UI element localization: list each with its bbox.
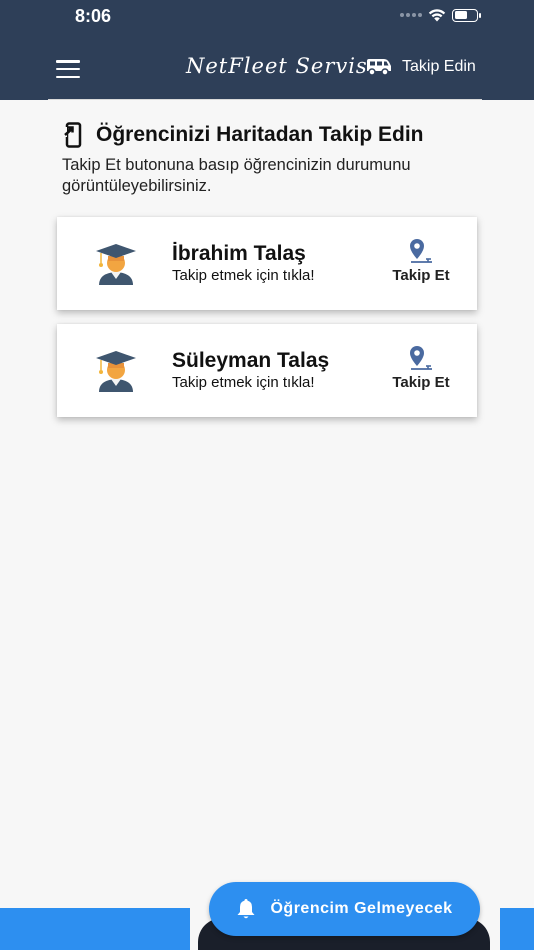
track-button[interactable]: Takip Et: [389, 344, 453, 391]
graduate-avatar-icon: [96, 244, 136, 285]
track-label: Takip Et: [392, 374, 450, 391]
menu-button[interactable]: [56, 60, 80, 78]
phone-arrow-icon: [63, 122, 82, 148]
brand-logo: NetFleet Servis: [186, 54, 368, 78]
graduate-avatar-icon: [96, 351, 136, 392]
menu-icon: [56, 60, 80, 63]
app-header: 8:06 NetFleet Servis Takip Edin: [0, 0, 534, 100]
location-pin-icon: [410, 346, 432, 370]
student-name: İbrahim Talaş: [172, 242, 306, 265]
student-hint: Takip etmek için tıkla!: [172, 374, 315, 391]
bell-icon: [237, 899, 255, 919]
signal-icon: [400, 13, 422, 17]
student-card[interactable]: Süleyman Talaş Takip etmek için tıkla! T…: [57, 324, 477, 417]
location-pin-icon: [410, 239, 432, 263]
follow-us-label: Takip Edin: [402, 58, 476, 75]
follow-us-button[interactable]: Takip Edin: [366, 58, 476, 76]
section-title: Öğrencinizi Haritadan Takip Edin: [62, 122, 424, 148]
student-hint: Takip etmek için tıkla!: [172, 267, 315, 284]
page-title: Öğrencinizi Haritadan Takip Edin: [96, 123, 424, 146]
track-button[interactable]: Takip Et: [389, 237, 453, 284]
header-divider: [48, 99, 482, 100]
battery-icon: [452, 8, 481, 22]
student-card[interactable]: İbrahim Talaş Takip etmek için tıkla! Ta…: [57, 217, 477, 310]
student-absent-button[interactable]: Öğrencim Gelmeyecek: [209, 882, 480, 936]
status-time: 8:06: [75, 6, 112, 26]
bus-icon: [367, 59, 391, 76]
student-name: Süleyman Talaş: [172, 349, 330, 372]
status-icons: [400, 8, 481, 22]
wifi-icon: [428, 9, 446, 22]
track-label: Takip Et: [392, 267, 450, 284]
page-description: Takip Et butonuna basıp öğrencinizin dur…: [62, 156, 411, 195]
student-absent-label: Öğrencim Gelmeyecek: [270, 900, 453, 917]
